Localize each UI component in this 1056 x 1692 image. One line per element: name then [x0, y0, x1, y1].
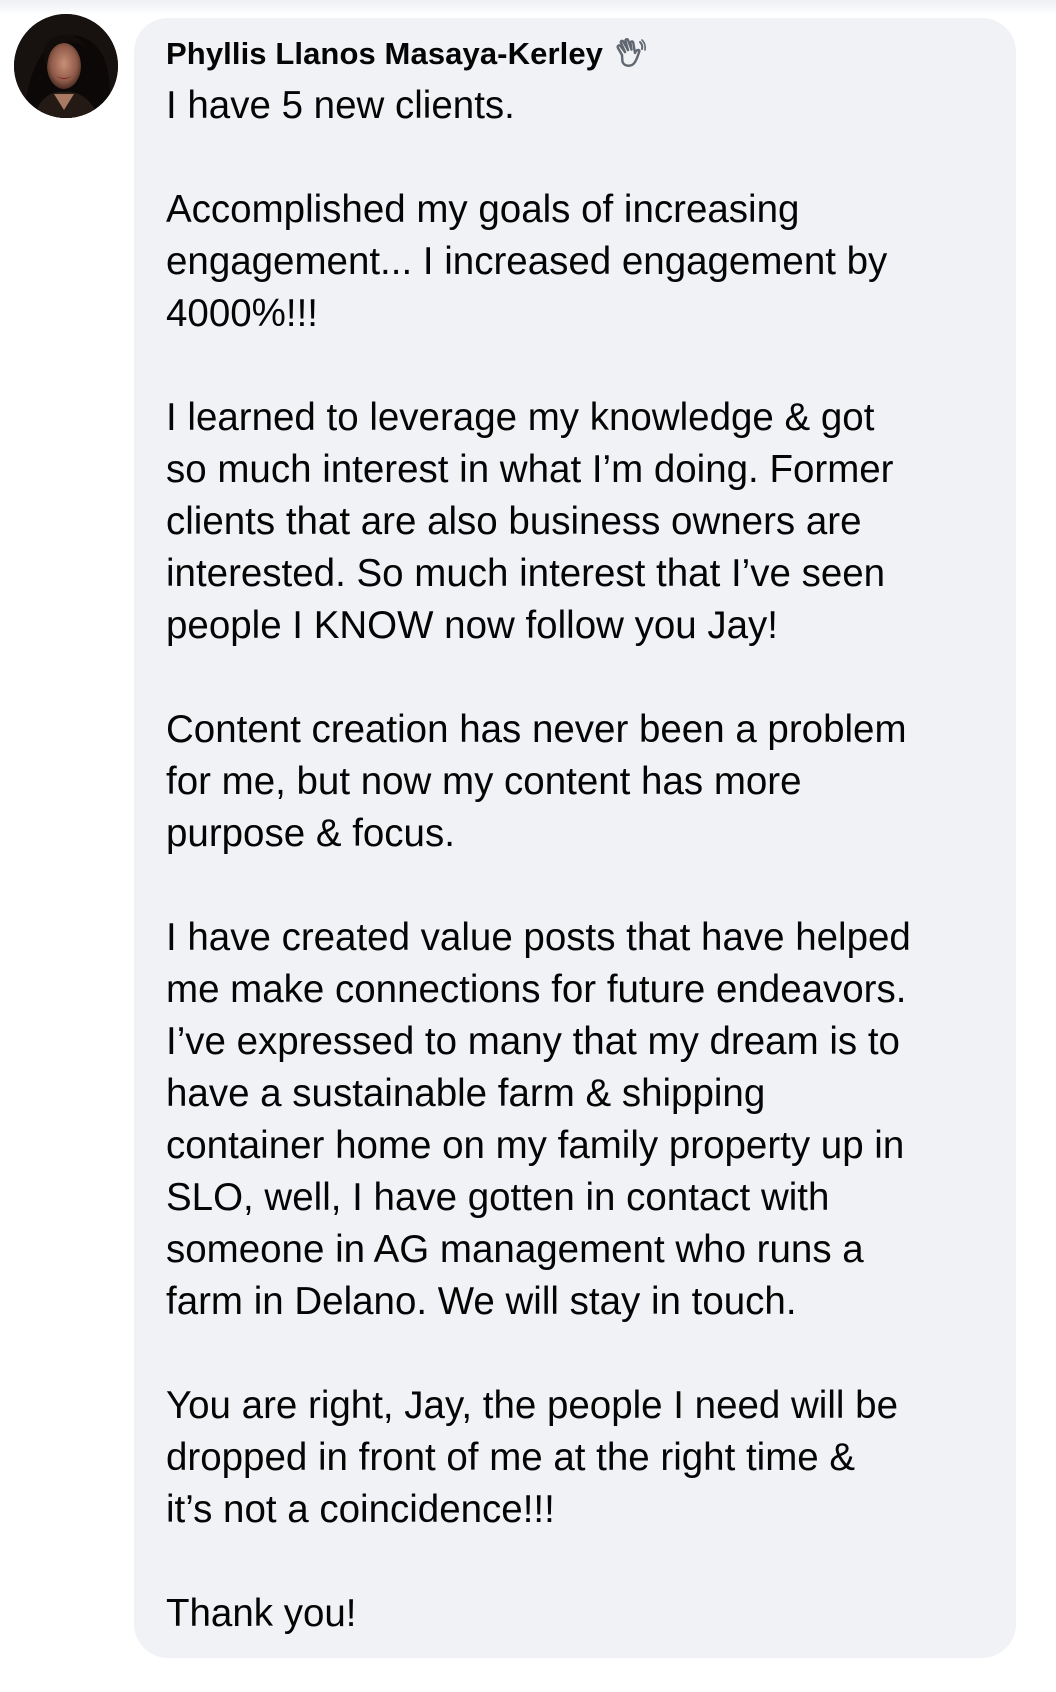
profile-photo [14, 14, 118, 118]
comment-text: I have 5 new clients. Accomplished my go… [166, 80, 1006, 1692]
waving-hand-icon [613, 37, 647, 71]
comment-paragraph: Content creation has never been a proble… [166, 708, 907, 855]
comment-paragraph: You are right, Jay, the people I need wi… [166, 1384, 898, 1531]
comment-paragraph: I have created value posts that have hel… [166, 916, 911, 1323]
comment-paragraph: Thank you! [166, 1592, 357, 1635]
avatar[interactable] [14, 14, 118, 118]
author-name[interactable]: Phyllis Llanos Masaya-Kerley [166, 36, 603, 72]
comment-paragraph: I learned to leverage my knowledge & got… [166, 396, 894, 647]
comment-header: Phyllis Llanos Masaya-Kerley [166, 34, 647, 74]
top-edge-shadow [0, 0, 1056, 14]
comment-paragraph: I have 5 new clients. [166, 84, 515, 127]
comment-paragraph: Accomplished my goals of increasing enga… [166, 188, 888, 335]
